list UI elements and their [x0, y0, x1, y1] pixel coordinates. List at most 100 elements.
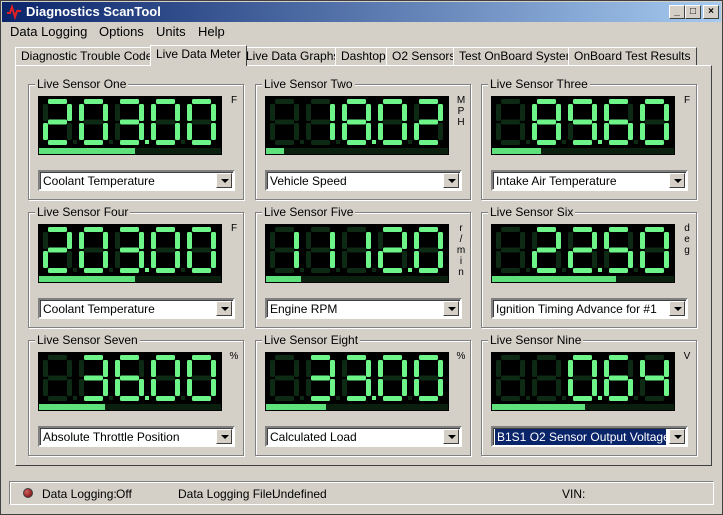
- segment-g: [383, 119, 402, 125]
- minimize-button[interactable]: _: [669, 5, 685, 19]
- segment-c: [628, 379, 633, 396]
- segment-d: [609, 140, 628, 145]
- segment-b: [67, 232, 72, 249]
- segment-f: [414, 232, 419, 249]
- segment-g: [275, 247, 294, 253]
- segment-a: [311, 355, 330, 360]
- segment-c: [211, 251, 216, 268]
- chevron-down-icon[interactable]: [216, 301, 232, 316]
- chevron-down-icon[interactable]: [443, 173, 459, 188]
- segment-g: [501, 119, 520, 125]
- sensor-seven-display: [38, 352, 222, 411]
- sensor-one-title: Live Sensor One: [35, 77, 129, 91]
- segment-d: [609, 396, 628, 401]
- segment-e: [342, 251, 347, 268]
- segment-b: [592, 104, 597, 121]
- segment-f: [378, 360, 383, 377]
- sensor-five-select[interactable]: Engine RPM: [265, 298, 462, 319]
- segment-e: [151, 251, 156, 268]
- sensor-six-select[interactable]: Ignition Timing Advance for #1: [491, 298, 688, 319]
- segment-f: [532, 360, 537, 377]
- segment-e: [640, 123, 645, 140]
- segment-g: [120, 247, 139, 253]
- segment-g: [501, 247, 520, 253]
- chevron-down-icon[interactable]: [216, 429, 232, 444]
- tab-o2-sensors[interactable]: O2 Sensors: [386, 47, 462, 65]
- sensor-one-select[interactable]: Coolant Temperature: [38, 170, 235, 191]
- segment-f: [568, 104, 573, 121]
- segment-f: [568, 232, 573, 249]
- sensor-two-selected-value: Vehicle Speed: [270, 174, 347, 188]
- maximize-button[interactable]: □: [685, 5, 701, 19]
- segment-g: [609, 375, 628, 381]
- chevron-down-icon[interactable]: [669, 301, 685, 316]
- tab-diagnostic-trouble-codes[interactable]: Diagnostic Trouble Codes: [15, 47, 165, 65]
- segment-e: [270, 251, 275, 268]
- segment-d: [120, 140, 139, 145]
- segment-e: [568, 379, 573, 396]
- segment-a: [347, 99, 366, 104]
- menu-units[interactable]: Units: [156, 24, 186, 40]
- sensor-seven-select[interactable]: Absolute Throttle Position: [38, 426, 235, 447]
- tab-dashtop[interactable]: Dashtop: [335, 47, 392, 65]
- segment-c: [175, 123, 180, 140]
- segment-g: [311, 247, 330, 253]
- segment-a: [156, 355, 175, 360]
- menu-options[interactable]: Options: [99, 24, 144, 40]
- segment-f: [496, 104, 501, 121]
- segment-d: [275, 268, 294, 273]
- app-window: Diagnostics ScanTool _ □ × Data Logging …: [0, 0, 723, 515]
- close-button[interactable]: ×: [703, 5, 719, 19]
- segment-a: [609, 355, 628, 360]
- segment-c: [103, 379, 108, 396]
- title-bar[interactable]: Diagnostics ScanTool _ □ ×: [2, 2, 721, 22]
- segment-b: [211, 232, 216, 249]
- sensor-three-select[interactable]: Intake Air Temperature: [491, 170, 688, 191]
- segment-f: [378, 104, 383, 121]
- chevron-down-icon[interactable]: [669, 429, 685, 444]
- tab-onboard-test-results[interactable]: OnBoard Test Results: [568, 47, 697, 65]
- decimal-point: [336, 396, 340, 400]
- segment-f: [187, 360, 192, 377]
- menu-data-logging[interactable]: Data Logging: [10, 24, 87, 40]
- sensor-nine-display: [491, 352, 675, 411]
- chevron-down-icon[interactable]: [216, 173, 232, 188]
- tab-live-data-graphs[interactable]: Live Data Graphs: [240, 47, 346, 65]
- segment-c: [103, 251, 108, 268]
- segment-e: [306, 251, 311, 268]
- sensor-eight-select[interactable]: Calculated Load: [265, 426, 462, 447]
- segment-b: [175, 232, 180, 249]
- sensor-nine-select[interactable]: B1S1 O2 Sensor Output Voltage: [491, 426, 688, 447]
- segment-e: [187, 251, 192, 268]
- sensor-four-select[interactable]: Coolant Temperature: [38, 298, 235, 319]
- segment-d: [192, 140, 211, 145]
- level-bar-fill: [492, 404, 585, 410]
- sensor-eight-group: Live Sensor Eight% Calculated Load: [255, 333, 471, 456]
- tab-test-onboard-system[interactable]: Test OnBoard System: [453, 47, 582, 65]
- segment-f: [115, 360, 120, 377]
- chevron-down-icon[interactable]: [443, 429, 459, 444]
- segment-a: [501, 99, 520, 104]
- segment-b: [592, 360, 597, 377]
- sensor-nine-group: Live Sensor Nine V B1S1 O2 Sensor Output V…: [481, 333, 697, 456]
- segment-b: [402, 360, 407, 377]
- sensor-two-select[interactable]: Vehicle Speed: [265, 170, 462, 191]
- tab-live-data-meter[interactable]: Live Data Meter: [150, 45, 247, 66]
- chevron-down-icon[interactable]: [443, 301, 459, 316]
- segment-g: [156, 247, 175, 253]
- segment-f: [115, 104, 120, 121]
- menu-help[interactable]: Help: [198, 24, 225, 40]
- segment-e: [378, 379, 383, 396]
- segment-d: [419, 396, 438, 401]
- chevron-down-icon[interactable]: [669, 173, 685, 188]
- segment-a: [609, 99, 628, 104]
- segment-g: [383, 247, 402, 253]
- segment-b: [520, 232, 525, 249]
- segment-e: [378, 123, 383, 140]
- segment-c: [139, 379, 144, 396]
- segment-b: [330, 360, 335, 377]
- segment-d: [84, 396, 103, 401]
- sensor-seven-selected-value: Absolute Throttle Position: [43, 430, 180, 444]
- segment-b: [294, 360, 299, 377]
- segment-d: [537, 396, 556, 401]
